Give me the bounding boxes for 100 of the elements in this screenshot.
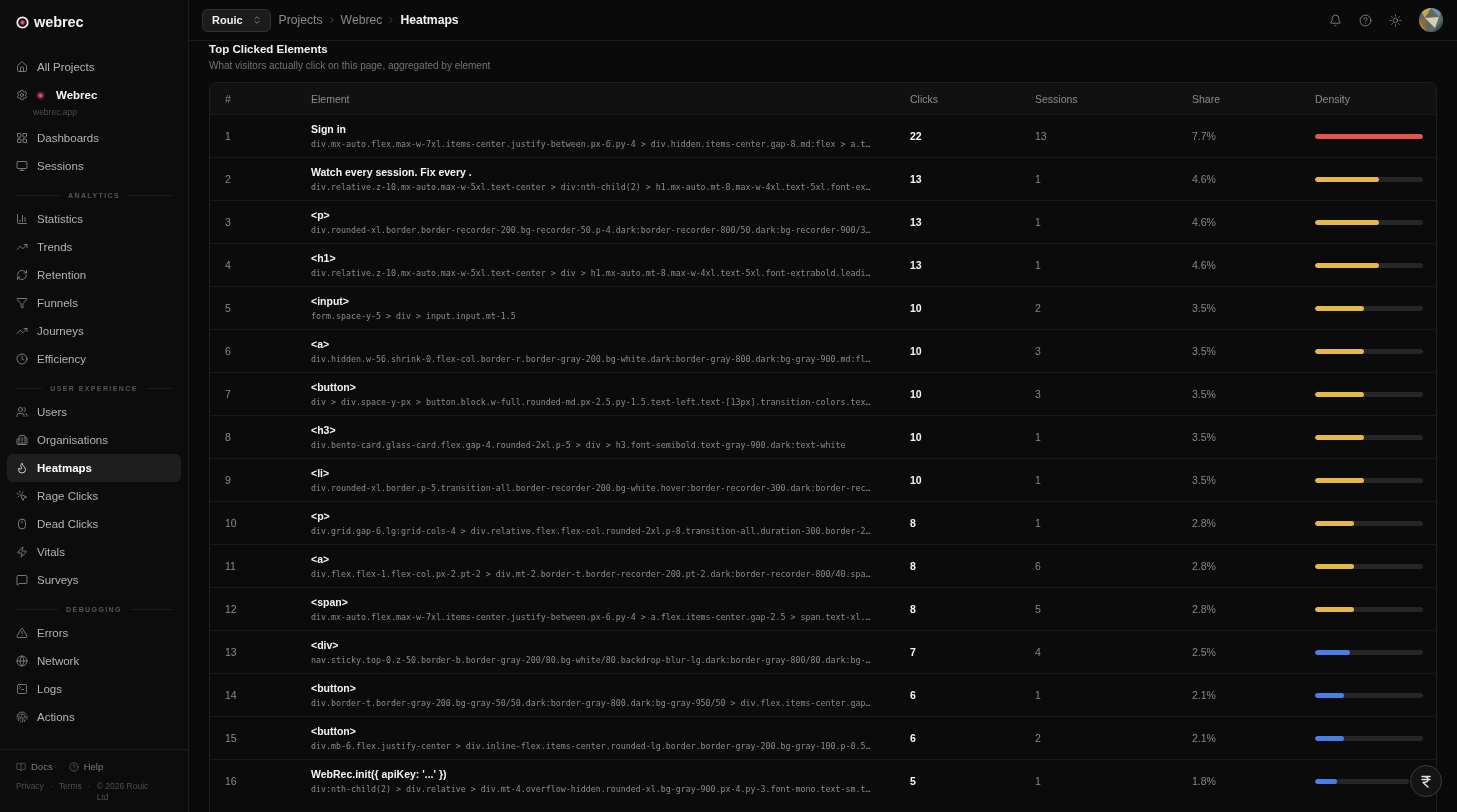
sessions-cell-text: 3 [1035,388,1042,400]
column-header: Element [311,92,351,105]
share-cell-text: 3.5% [1192,431,1217,443]
nav-item[interactable]: Journeys [7,317,181,345]
nav-item[interactable]: Dead Clicks [7,510,181,538]
settings-icon[interactable] [16,89,28,101]
selector-text: div.mx-auto.flex.max-w-7xl.items-center.justify-between.px-6.py-4 > a.flex.items-center.gap-2.5 > span.text-xl.… [311,611,871,623]
nav-item[interactable]: Organisations [7,426,181,454]
bar-chart-icon [16,213,28,225]
element-name: Sign in [311,122,346,135]
nav-item[interactable]: Actions [7,703,181,731]
column-header: # [225,92,232,105]
nav-item[interactable]: Retention [7,261,181,289]
element-name: <p> [311,208,330,221]
nav-item[interactable]: Surveys [7,566,181,594]
pointer-click-icon [16,490,28,502]
rank-cell-text: 12 [225,603,238,615]
status-dot-icon [36,90,45,100]
selector-text: div:nth-child(2) > div.relative > div.mt-4.overflow-hidden.rounded-xl.bg-gray-900.px-4.py-3.font-mono.text-sm.t… [311,783,871,795]
home-icon [16,61,28,73]
rank-cell-text: 11 [225,560,237,572]
column-header: Sessions [1035,92,1079,105]
selector-text: form.space-y-5 > div > input.input.mt-1.5 [311,310,516,322]
book-icon [16,761,26,772]
rank-cell-text: 8 [225,431,232,443]
nav-item[interactable]: Trends [7,233,181,261]
nav-item[interactable]: Sessions [7,152,181,180]
rank-cell-text: 1 [225,130,232,142]
rank-cell-text: 5 [225,302,232,314]
clicks-cell-text: 13 [910,216,923,228]
element-name: <p> [311,509,330,522]
footer-link[interactable]: Docs [16,761,53,772]
nav-item[interactable]: Heatmaps [7,454,181,482]
nav-item[interactable]: Efficiency [7,345,181,373]
selector-text: nav.sticky.top-0.z-50.border-b.border-gray-200/80.bg-white/80.backdrop-blur-lg.dark:border-gray-800/80.dark:bg-… [311,654,871,666]
clicks-cell-text: 13 [910,173,923,185]
selector-text: div.bento-card.glass-card.flex.gap-4.rounded-2xl.p-5 > div > h3.font-semibold.text-gray-900.dark:text-white [311,439,846,451]
selector-text: div.mx-auto.flex.max-w-7xl.items-center.justify-between.px-6.py-4 > div.hidden.items-center.gap-8.md:flex > a.t… [311,138,871,150]
logo-text: webrec [34,14,84,30]
clicks-cell-text: 13 [910,259,923,271]
rank-cell-text: 9 [225,474,232,486]
share-cell-text: 3.5% [1192,345,1217,357]
share-cell-text: 2.1% [1192,689,1217,701]
avatar-image[interactable] [1419,8,1443,32]
sessions-cell-text: 1 [1035,474,1042,486]
help-icon[interactable] [1359,13,1372,27]
warning-icon [16,627,28,639]
nav-item[interactable]: Vitals [7,538,181,566]
trend-up-icon [16,241,28,253]
clock-icon [16,353,28,365]
nav-item[interactable]: Rage Clicks [7,482,181,510]
column-header: Density [1315,92,1351,105]
section-subtitle: What visitors actually click on this page, aggregated by element [209,59,492,73]
element-name: <div> [311,638,339,651]
sessions-cell-text: 2 [1035,732,1042,744]
selector-text: div.relative.z-10.mx-auto.max-w-5xl.text-center > div > h1.mx-auto.mt-8.max-w-4xl.text-5xl.font-extrabold.leadi… [311,267,871,279]
section-title: Top Clicked Elements [209,42,329,57]
breadcrumb-item[interactable]: Heatmaps [400,13,459,27]
nav-item[interactable]: Logs [7,675,181,703]
element-name: <button> [311,380,356,393]
sessions-cell-text: 6 [1035,560,1042,572]
workspace-switcher[interactable]: Rouic [202,8,271,32]
nav-item[interactable]: Errors [7,619,181,647]
element-name: WebRec.init({ apiKey: '...' }) [311,767,447,780]
element-name: <button> [311,724,356,737]
clicks-cell-text: 6 [910,689,917,701]
nav-item[interactable]: Funnels [7,289,181,317]
project-domain: webrec.app [33,107,77,118]
nav-item[interactable]: Users [7,398,181,426]
element-name: <a> [311,552,330,565]
refresh-icon [16,269,28,281]
sun-icon[interactable] [1389,13,1402,27]
sessions-cell-text: 1 [1035,689,1042,701]
share-cell-text: 2.8% [1192,603,1217,615]
sessions-cell-text: 1 [1035,259,1042,271]
building-icon [16,434,28,446]
sessions-cell-text: 2 [1035,302,1042,314]
footer-link[interactable]: Help [68,761,104,772]
element-name: <a> [311,337,330,350]
nav-item[interactable]: Network [7,647,181,675]
share-cell-text: 3.5% [1192,474,1217,486]
breadcrumb-item[interactable]: Webrec [340,13,383,27]
bell-icon[interactable] [1329,13,1342,27]
terminal-icon [16,683,28,695]
sessions-cell-text: 13 [1035,130,1048,142]
mouse-icon [16,518,28,530]
record-logo-icon [16,15,29,29]
clicks-cell-text: 5 [910,775,917,787]
flame-icon [16,462,28,474]
clicks-cell-text: 10 [910,431,923,443]
nav-item[interactable]: Statistics [7,205,181,233]
clicks-cell-text: 10 [910,302,923,314]
nav-item[interactable]: All Projects [7,53,181,81]
project-name[interactable]: Webrec [56,89,98,101]
nav-item[interactable]: Dashboards [7,124,181,152]
breadcrumb-item[interactable]: Projects [278,13,323,27]
share-cell-text: 1.8% [1192,775,1217,787]
sessions-cell-text: 1 [1035,216,1042,228]
users-icon [16,406,28,418]
clicks-cell-text: 6 [910,732,917,744]
